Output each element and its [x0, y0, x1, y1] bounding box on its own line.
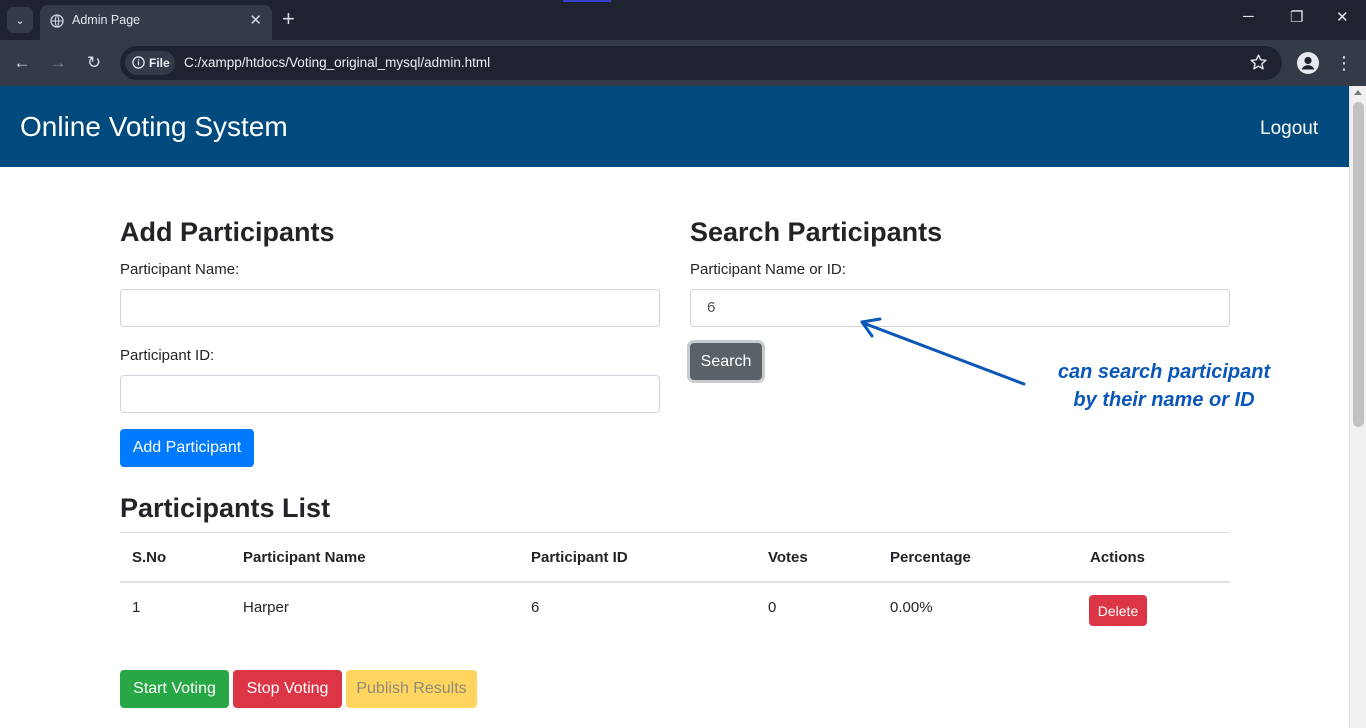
column-header-id: Participant ID: [531, 549, 628, 566]
annotation-arrow-icon: [860, 317, 1026, 386]
search-button[interactable]: Search: [690, 343, 762, 380]
search-participants-title: Search Participants: [690, 217, 943, 247]
browser-tab-bar: ⌄ Admin Page ✕ + ─ ❐ ✕: [0, 0, 1366, 40]
participant-id-input[interactable]: [120, 375, 660, 413]
logout-link[interactable]: Logout: [1260, 118, 1318, 140]
participant-name-input[interactable]: [120, 289, 660, 327]
cell-sno: 1: [132, 599, 141, 616]
new-tab-button[interactable]: +: [282, 6, 295, 32]
browser-toolbar: ← → ↻ File C:/xampp/htdocs/Voting_origin…: [0, 40, 1366, 86]
site-info-chip[interactable]: File: [125, 51, 175, 75]
cell-id: 6: [531, 599, 540, 616]
info-icon: [132, 56, 145, 69]
add-participant-button[interactable]: Add Participant: [120, 429, 254, 467]
bookmark-star-icon[interactable]: [1249, 53, 1268, 72]
table-header-divider: [120, 581, 1230, 583]
annotation-note: can search participant by their name or …: [1019, 358, 1309, 414]
minimize-icon[interactable]: ─: [1243, 8, 1254, 25]
publish-results-button[interactable]: Publish Results: [346, 670, 477, 708]
person-icon: [1301, 56, 1315, 70]
annotation-line-2: by their name or ID: [1073, 389, 1255, 411]
site-chip-label: File: [149, 56, 170, 70]
column-header-sno: S.No: [132, 549, 167, 566]
stop-voting-button[interactable]: Stop Voting: [233, 670, 342, 708]
add-participants-title: Add Participants: [120, 217, 335, 247]
address-bar[interactable]: File C:/xampp/htdocs/Voting_original_mys…: [120, 46, 1282, 80]
annotation-line-1: can search participant: [1057, 361, 1271, 383]
start-voting-button[interactable]: Start Voting: [120, 670, 229, 708]
column-header-actions: Actions: [1090, 549, 1146, 566]
brand-title[interactable]: Online Voting System: [20, 111, 288, 143]
scrollbar-thumb[interactable]: [1353, 102, 1364, 427]
tab-close-icon[interactable]: ✕: [249, 11, 262, 29]
reload-icon[interactable]: ↻: [83, 52, 105, 74]
site-navbar: Online Voting System Logout: [0, 86, 1349, 167]
browser-menu-icon[interactable]: ⋮: [1334, 50, 1354, 76]
page-viewport: Online Voting System Logout Add Particip…: [0, 86, 1349, 728]
search-label: Participant Name or ID:: [690, 261, 846, 278]
participant-name-label: Participant Name:: [120, 261, 240, 278]
cell-name: Harper: [243, 599, 289, 616]
tab-strip-accent: [563, 0, 611, 2]
tab-list-button[interactable]: ⌄: [7, 7, 33, 33]
participant-id-label: Participant ID:: [120, 347, 215, 364]
tab-title: Admin Page: [72, 13, 141, 27]
forward-icon[interactable]: →: [47, 52, 69, 74]
cell-percentage: 0.00%: [890, 599, 933, 616]
column-header-percentage: Percentage: [890, 549, 971, 566]
url-text[interactable]: C:/xampp/htdocs/Voting_original_mysql/ad…: [184, 55, 490, 70]
profile-icon[interactable]: [1297, 52, 1319, 74]
back-icon[interactable]: ←: [11, 52, 33, 74]
restore-icon[interactable]: ❐: [1290, 8, 1303, 26]
participants-list-title: Participants List: [120, 493, 331, 523]
column-header-name: Participant Name: [243, 549, 366, 566]
delete-button[interactable]: Delete: [1089, 595, 1147, 626]
column-header-votes: Votes: [768, 549, 808, 566]
globe-icon: [50, 14, 64, 28]
list-divider: [120, 532, 1230, 533]
chevron-down-icon: ⌄: [15, 14, 25, 27]
cell-votes: 0: [768, 599, 777, 616]
page-scrollbar[interactable]: [1349, 86, 1366, 728]
close-window-icon[interactable]: ✕: [1336, 8, 1349, 26]
scroll-up-arrow-icon[interactable]: [1354, 90, 1362, 95]
browser-tab[interactable]: Admin Page ✕: [40, 5, 272, 40]
